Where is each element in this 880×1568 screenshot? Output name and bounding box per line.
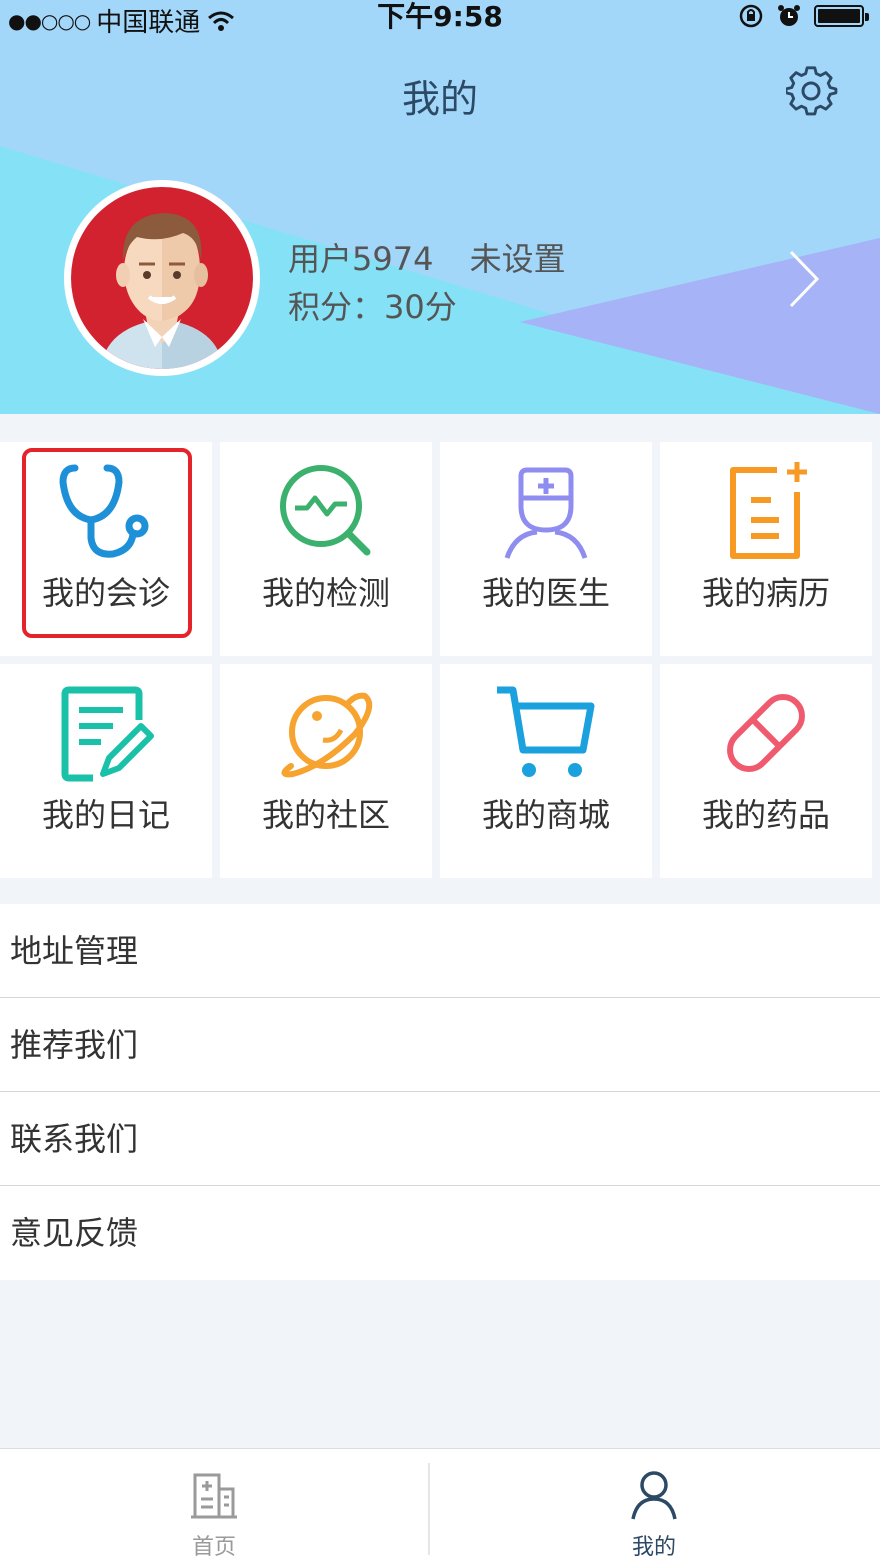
- building-icon: [191, 1473, 237, 1519]
- menu-item-address[interactable]: 地址管理: [0, 904, 880, 998]
- points-value: 30分: [384, 288, 457, 326]
- battery-icon: [814, 5, 869, 27]
- grid-item-detection[interactable]: 我的检测: [220, 442, 432, 656]
- record-icon: [730, 462, 807, 559]
- tab-label: 首页: [191, 1535, 236, 1560]
- user-status: 未设置: [469, 240, 566, 278]
- grid-item-medicine[interactable]: 我的药品: [660, 664, 872, 878]
- avatar[interactable]: [64, 180, 260, 376]
- tab-home[interactable]: 首页: [0, 1449, 428, 1568]
- menu-item-contact[interactable]: 联系我们: [0, 1092, 880, 1186]
- grid-label: 我的商城: [481, 796, 610, 834]
- status-bar: ●●○○○ 中国联通 下午9:58: [0, 0, 880, 38]
- grid-item-consultation[interactable]: 我的会诊: [0, 442, 212, 656]
- tab-divider: [428, 1463, 430, 1555]
- alarm-icon: [778, 5, 800, 26]
- diary-icon: [61, 686, 154, 782]
- grid-label: 我的检测: [261, 574, 390, 612]
- settings-list: 地址管理 推荐我们 联系我们 意见反馈: [0, 904, 880, 1280]
- doctor-icon: [504, 467, 588, 559]
- profile-header: ●●○○○ 中国联通 下午9:58 我的 用户5974 未设置 积分：30分: [0, 0, 880, 414]
- grid-item-mall[interactable]: 我的商城: [440, 664, 652, 878]
- grid-label: 我的社区: [261, 796, 390, 834]
- planet-icon: [281, 692, 373, 778]
- pill-icon: [727, 694, 805, 772]
- tab-mine[interactable]: 我的: [440, 1449, 868, 1568]
- menu-item-feedback[interactable]: 意见反馈: [0, 1186, 880, 1280]
- user-info-line[interactable]: 用户5974 未设置: [288, 234, 566, 280]
- grid-label: 我的药品: [701, 796, 830, 834]
- gear-icon[interactable]: [786, 66, 838, 118]
- user-avatar-illustration: [71, 187, 253, 369]
- grid-label: 我的病历: [701, 574, 830, 612]
- points-label: 积分：: [288, 288, 385, 326]
- username: 用户5974: [288, 240, 434, 278]
- tab-label: 我的: [631, 1535, 676, 1560]
- tab-bar: 首页 我的: [0, 1448, 880, 1568]
- grid-item-doctor[interactable]: 我的医生: [440, 442, 652, 656]
- grid-label: 我的医生: [481, 574, 610, 612]
- chevron-right-icon[interactable]: [786, 248, 822, 310]
- grid-label: 我的会诊: [41, 574, 170, 612]
- grid-item-diary[interactable]: 我的日记: [0, 664, 212, 878]
- cart-icon: [497, 686, 595, 777]
- stethoscope-icon: [59, 464, 149, 558]
- rotation-lock-icon: [739, 4, 763, 28]
- page-title: 我的: [401, 77, 478, 121]
- grid-label: 我的日记: [41, 796, 170, 834]
- grid-item-community[interactable]: 我的社区: [220, 664, 432, 878]
- monitor-search-icon: [280, 465, 371, 556]
- user-icon: [631, 1471, 677, 1520]
- grid-item-medical-record[interactable]: 我的病历: [660, 442, 872, 656]
- menu-item-recommend[interactable]: 推荐我们: [0, 998, 880, 1092]
- feature-grid: 我的会诊 我的检测 我的医生 我的病历 我的日记 我的社区 我的商城 我的药品: [0, 442, 880, 878]
- points-line: 积分：30分: [288, 282, 457, 328]
